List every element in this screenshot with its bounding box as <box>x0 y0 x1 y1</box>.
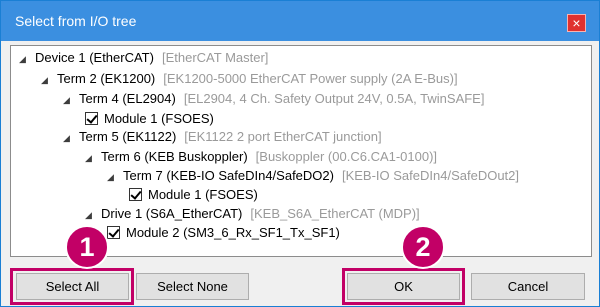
expand-triangle-icon[interactable]: ◢ <box>63 90 79 110</box>
expand-triangle-icon[interactable]: ◢ <box>107 167 123 187</box>
tree-node-label: Drive 1 (S6A_EtherCAT) <box>101 206 243 221</box>
callout-badge-2: 2 <box>401 225 445 269</box>
callout-badge-1: 1 <box>65 225 109 269</box>
tree-node-label: Device 1 (EtherCAT) <box>35 50 154 65</box>
tree-node-label: Term 2 (EK1200) <box>57 71 156 86</box>
tree-node-term-6[interactable]: ◢ Term 6 (KEB Buskoppler) [Buskoppler (00.… <box>85 147 437 167</box>
select-none-button[interactable]: Select None <box>136 273 249 300</box>
tree-node-label: Module 2 (SM3_6_Rx_SF1_Tx_SF1) <box>126 225 340 240</box>
tree-node-term-5[interactable]: ◢ Term 5 (EK1122) [EK1122 2 port EtherCAT … <box>63 127 382 147</box>
tree-node-description: [KEB_S6A_EtherCAT (MDP)] <box>250 206 420 221</box>
cancel-button[interactable]: Cancel <box>471 273 585 300</box>
tree-node-drive-1[interactable]: ◢ Drive 1 (S6A_EtherCAT) [KEB_S6A_EtherCAT… <box>85 204 420 224</box>
tree-node-description: [EK1200-5000 EtherCAT Power supply (2A E… <box>163 71 458 86</box>
expand-triangle-icon[interactable]: ◢ <box>19 49 35 69</box>
dialog-title: Select from I/O tree <box>15 13 137 29</box>
checkbox-checked[interactable] <box>129 188 142 201</box>
tree-node-label: Module 1 (FSOES) <box>148 187 258 202</box>
tree-node-term-2[interactable]: ◢ Term 2 (EK1200) [EK1200-5000 EtherCAT Po… <box>41 69 458 89</box>
close-icon: × <box>572 15 581 31</box>
tree-node-label: Term 6 (KEB Buskoppler) <box>101 149 248 164</box>
tree-node-device-1[interactable]: ◢ Device 1 (EtherCAT) [EtherCAT Master] <box>19 48 268 68</box>
expand-triangle-icon[interactable]: ◢ <box>85 148 101 168</box>
checkbox-checked[interactable] <box>107 226 120 239</box>
select-all-highlight <box>10 268 134 305</box>
expand-triangle-icon[interactable]: ◢ <box>41 70 57 90</box>
tree-node-label: Term 7 (KEB-IO SafeDIn4/SafeDO2) <box>123 168 334 183</box>
expand-triangle-icon[interactable]: ◢ <box>85 205 101 225</box>
select-io-tree-dialog: Select from I/O tree × ◢ Device 1 (EtherC… <box>0 0 600 307</box>
checkbox-checked[interactable] <box>85 112 98 125</box>
io-tree[interactable]: ◢ Device 1 (EtherCAT) [EtherCAT Master] ◢ T… <box>10 45 592 257</box>
tree-node-module-1-term-4[interactable]: Module 1 (FSOES) <box>85 109 214 129</box>
title-bar: Select from I/O tree × <box>1 1 599 41</box>
tree-node-description: [Buskoppler (00.C6.CA1-0100)] <box>255 149 438 164</box>
tree-node-term-7[interactable]: ◢ Term 7 (KEB-IO SafeDIn4/SafeDO2) [KEB-IO… <box>107 166 519 186</box>
tree-node-description: [KEB-IO SafeDIn4/SafeDOut2] <box>341 168 519 183</box>
tree-node-module-2-drive-1[interactable]: Module 2 (SM3_6_Rx_SF1_Tx_SF1) <box>107 223 340 243</box>
tree-node-description: [EK1122 2 port EtherCAT junction] <box>184 129 382 144</box>
tree-node-label: Term 4 (EL2904) <box>79 91 176 106</box>
ok-highlight <box>342 268 465 305</box>
tree-node-term-4[interactable]: ◢ Term 4 (EL2904) [EL2904, 4 Ch. Safety Ou… <box>63 89 484 109</box>
expand-triangle-icon[interactable]: ◢ <box>63 128 79 148</box>
tree-node-description: [EL2904, 4 Ch. Safety Output 24V, 0.5A, … <box>183 91 485 106</box>
tree-node-label: Module 1 (FSOES) <box>104 111 214 126</box>
tree-node-description: [EtherCAT Master] <box>161 50 269 65</box>
close-button[interactable]: × <box>567 14 586 32</box>
tree-node-module-1-term-7[interactable]: Module 1 (FSOES) <box>129 185 258 205</box>
tree-node-label: Term 5 (EK1122) <box>79 129 177 144</box>
